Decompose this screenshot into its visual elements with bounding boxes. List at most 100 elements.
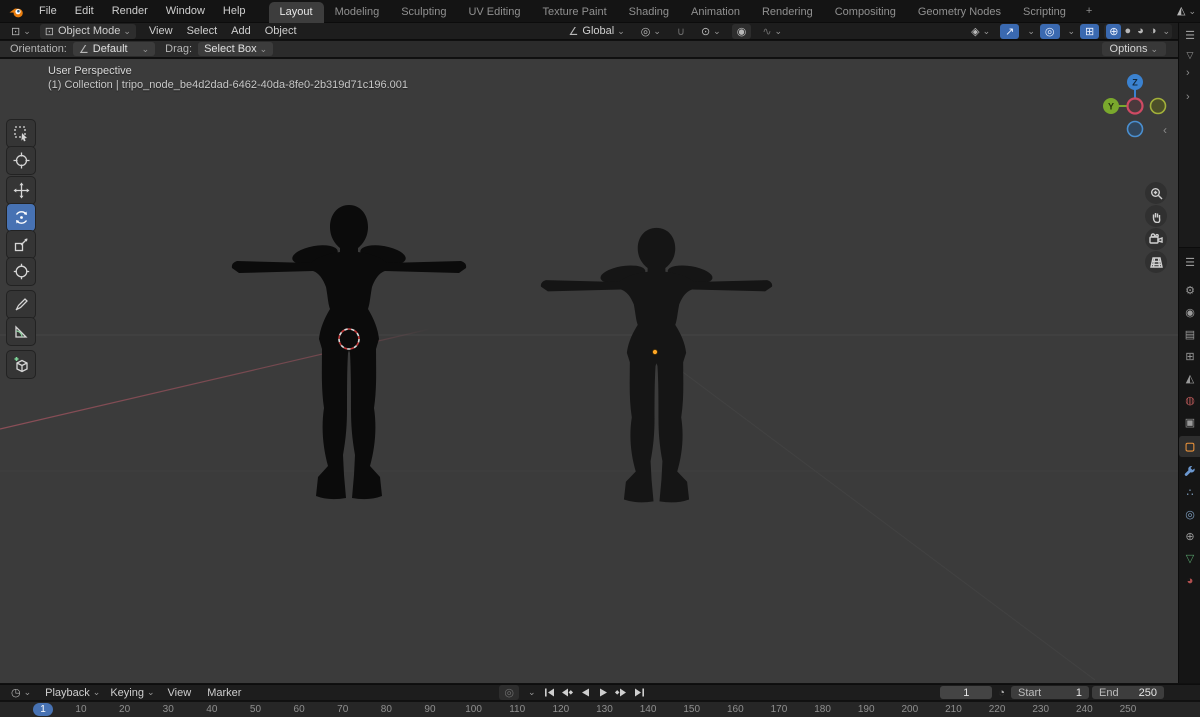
ptab-material[interactable]: ◕ (1179, 570, 1200, 591)
viewport-menu[interactable]: Object (258, 25, 304, 37)
workspace-tab[interactable]: UV Editing (457, 2, 531, 23)
play-reverse-button[interactable] (578, 686, 593, 699)
tool-cursor[interactable] (7, 147, 35, 174)
navigation-gizmo[interactable]: Z Y (1098, 69, 1172, 143)
proportional-falloff-dropdown[interactable]: ∿ ⌄ (757, 24, 787, 39)
shading-material-button[interactable]: ◕ (1134, 24, 1147, 39)
snap-target-dropdown[interactable]: ⊙ ⌄ (696, 24, 726, 39)
ptab-scene[interactable]: ◭ (1179, 368, 1200, 389)
viewport-menu[interactable]: View (142, 25, 180, 37)
xray-toggle[interactable]: ⊞ (1080, 23, 1100, 39)
workspace-tab[interactable]: Sculpting (390, 2, 457, 23)
ptab-output[interactable]: ▤ (1179, 324, 1200, 345)
panel-expand-arrow[interactable]: › (1186, 91, 1190, 103)
show-object-types-dropdown[interactable]: ◈ ⌄ (966, 24, 995, 39)
visibility-icon: ◈ (971, 25, 980, 38)
ptab-tool[interactable]: ⚙ (1179, 280, 1200, 301)
gizmos-toggle[interactable]: ↗ (1000, 23, 1020, 39)
editor-type-selector[interactable]: ⊡ ⌄ (6, 24, 36, 39)
orientation-default-dropdown[interactable]: ∠ Default ⌄ (72, 42, 156, 56)
sync-toggle[interactable]: ◎ (499, 685, 520, 700)
overlays-toggle[interactable]: ◎ (1039, 23, 1060, 39)
workspace-tab[interactable]: Compositing (824, 2, 907, 23)
workspace-tab[interactable]: Animation (680, 2, 751, 23)
outliner-editor-icon[interactable]: ☰ (1179, 25, 1200, 45)
viewport-menu[interactable]: Add (224, 25, 258, 37)
ptab-object[interactable]: ▢ (1179, 436, 1200, 457)
topbar-menu[interactable]: File (30, 0, 66, 23)
transform-orientation-dropdown[interactable]: ∠ Global ⌄ (564, 24, 630, 39)
ptab-collection[interactable]: ▣ (1179, 412, 1200, 433)
options-dropdown[interactable]: Options ⌄ (1101, 42, 1166, 56)
jump-to-start-button[interactable] (542, 686, 557, 699)
timeline-view-menu[interactable]: View (160, 687, 200, 699)
shading-wireframe-button[interactable]: ⊕ (1106, 23, 1122, 39)
end-frame-field[interactable]: End 250 (1092, 686, 1164, 699)
tool-move[interactable] (7, 177, 35, 204)
proportional-editing-toggle[interactable]: ◉ (731, 23, 752, 39)
next-keyframe-button[interactable] (614, 686, 629, 699)
ptab-physics[interactable]: ◎ (1179, 504, 1200, 525)
viewport-3d[interactable]: User Perspective (1) Collection | tripo_… (0, 59, 1178, 683)
current-frame-indicator[interactable]: 1 (33, 703, 53, 716)
ruler-tick-label: 40 (206, 704, 218, 715)
ptab-render[interactable]: ◉ (1179, 302, 1200, 323)
shading-mode-group: ⊕ ● ◕ ◑ ⌄ (1104, 23, 1172, 39)
workspace-tab[interactable]: Scripting (1012, 2, 1077, 23)
tool-select-box[interactable] (7, 120, 35, 147)
panel-expand-arrow[interactable]: › (1186, 67, 1190, 79)
viewport-menu[interactable]: Select (180, 25, 225, 37)
viewport-projection-button[interactable] (1145, 251, 1167, 273)
timeline-marker-menu[interactable]: Marker (199, 687, 249, 699)
jump-to-end-button[interactable] (632, 686, 647, 699)
pivot-point-dropdown[interactable]: ◎ ⌄ (636, 24, 666, 39)
properties-editor-icon[interactable]: ☰ (1179, 252, 1200, 272)
wireframe-shading-icon: ⊕ (1109, 25, 1119, 38)
sidebar-collapse-arrow[interactable]: ‹ (1163, 123, 1167, 137)
keying-dropdown[interactable]: Keying ⌄ (105, 685, 159, 700)
workspace-tab[interactable]: Texture Paint (531, 2, 617, 23)
tool-rotate[interactable] (7, 204, 35, 231)
viewport-camera-button[interactable] (1145, 228, 1167, 250)
workspace-tab[interactable]: Rendering (751, 2, 824, 23)
shading-rendered-button[interactable]: ◑ (1147, 24, 1160, 39)
prev-keyframe-button[interactable] (560, 686, 575, 699)
tool-annotate[interactable] (7, 291, 35, 318)
scene-selector-icon[interactable]: ◭ (1177, 5, 1185, 17)
ptab-particles[interactable]: ∴ (1179, 482, 1200, 503)
topbar-menu[interactable]: Edit (66, 0, 103, 23)
ptab-view-layer[interactable]: ⊞ (1179, 346, 1200, 367)
ptab-world[interactable]: ◍ (1179, 390, 1200, 411)
playback-dropdown[interactable]: Playback ⌄ (40, 685, 105, 700)
ptab-constraints[interactable]: ⊕ (1179, 526, 1200, 547)
topbar-menu[interactable]: Render (103, 0, 157, 23)
add-workspace-button[interactable]: + (1077, 1, 1101, 22)
blender-logo-icon (9, 8, 23, 18)
outliner-filter-icon[interactable]: ▽ (1179, 45, 1200, 65)
ptab-modifiers[interactable] (1179, 460, 1200, 481)
snap-toggle[interactable]: ∪ (672, 24, 690, 39)
workspace-tab[interactable]: Layout (268, 1, 324, 23)
shading-solid-button[interactable]: ● (1121, 24, 1134, 39)
play-button[interactable] (596, 686, 611, 699)
topbar-menu[interactable]: Help (214, 0, 255, 23)
tool-transform[interactable] (7, 258, 35, 285)
topbar-menu[interactable]: Window (157, 0, 214, 23)
drag-mode-dropdown[interactable]: Select Box ⌄ (198, 42, 274, 56)
start-label: Start (1018, 686, 1042, 699)
ptab-data[interactable]: ▽ (1179, 548, 1200, 569)
timeline-editor-selector[interactable]: ◷ ⌄ (6, 685, 36, 700)
workspace-tab[interactable]: Geometry Nodes (907, 2, 1012, 23)
tool-scale[interactable] (7, 231, 35, 258)
workspace-tab[interactable]: Shading (618, 2, 680, 23)
mode-dropdown[interactable]: ⊡ Object Mode ⌄ (39, 23, 136, 39)
timeline-ruler[interactable]: 10 20 30 40 50 60 70 80 90 100 110 120 130 140 150 160 1… (0, 701, 1200, 717)
tool-add-cube[interactable] (7, 351, 35, 378)
tool-measure[interactable] (7, 318, 35, 345)
current-frame-field[interactable]: 1 (940, 686, 993, 699)
viewport-zoom-button[interactable] (1145, 182, 1167, 204)
stopwatch-icon[interactable]: ◔ (998, 687, 1005, 699)
viewport-pan-button[interactable] (1145, 205, 1167, 227)
workspace-tab[interactable]: Modeling (324, 2, 391, 23)
start-frame-field[interactable]: Start 1 (1011, 686, 1089, 699)
